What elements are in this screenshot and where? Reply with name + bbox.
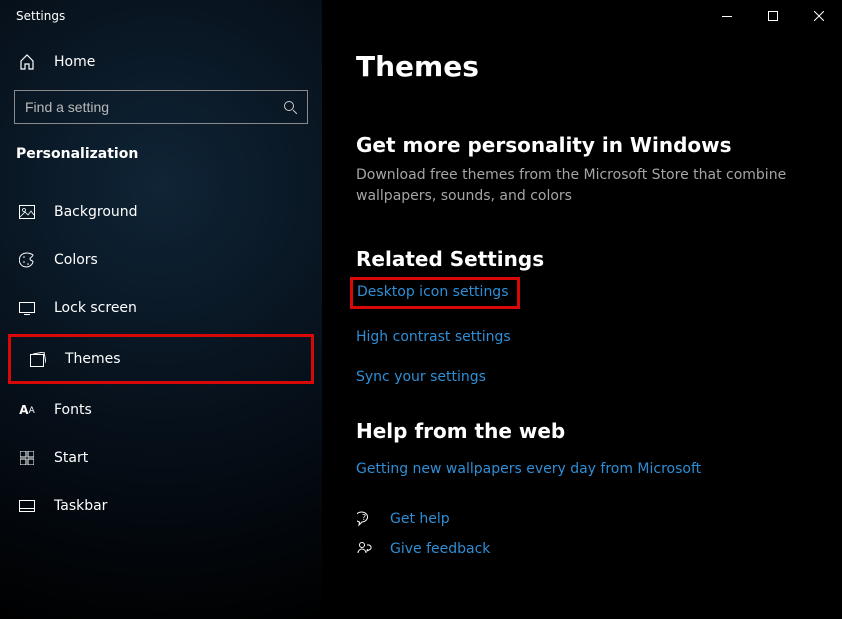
sidebar: Home Personalization Background Colors L… — [0, 0, 322, 619]
search-icon — [283, 100, 297, 114]
sidebar-item-label: Themes — [65, 351, 121, 367]
help-icon: ? — [356, 511, 374, 527]
annotation-highlight-themes: Themes — [8, 334, 314, 384]
section-description: Download free themes from the Microsoft … — [356, 165, 808, 207]
link-get-help[interactable]: ? Get help — [356, 511, 808, 527]
link-label: Get help — [390, 511, 450, 527]
sidebar-item-colors[interactable]: Colors — [0, 238, 322, 282]
search-box[interactable] — [14, 90, 308, 124]
fonts-icon: AA — [18, 403, 36, 417]
section-heading: Related Settings — [356, 247, 808, 271]
annotation-highlight-desktop-icon: Desktop icon settings — [356, 277, 808, 325]
window-controls — [704, 0, 842, 32]
page-title: Themes — [356, 50, 808, 83]
svg-text:?: ? — [362, 513, 366, 522]
link-desktop-icon-settings[interactable]: Desktop icon settings — [350, 277, 520, 309]
sidebar-item-label: Background — [54, 204, 138, 220]
lockscreen-icon — [18, 302, 36, 315]
image-icon — [18, 205, 36, 219]
search-input[interactable] — [25, 99, 283, 115]
section-more-personality: Get more personality in Windows Download… — [356, 133, 808, 207]
link-high-contrast-settings[interactable]: High contrast settings — [356, 325, 808, 349]
titlebar: Settings — [0, 0, 842, 32]
start-icon — [18, 451, 36, 465]
section-title: Personalization — [0, 146, 322, 162]
link-give-feedback[interactable]: Give feedback — [356, 541, 808, 557]
sidebar-item-fonts[interactable]: AA Fonts — [0, 388, 322, 432]
home-row[interactable]: Home — [0, 42, 322, 82]
feedback-icon — [356, 541, 374, 557]
link-wallpapers-microsoft[interactable]: Getting new wallpapers every day from Mi… — [356, 457, 808, 481]
content-area: Themes Get more personality in Windows D… — [322, 0, 842, 619]
sidebar-item-lockscreen[interactable]: Lock screen — [0, 286, 322, 330]
sidebar-item-themes[interactable]: Themes — [11, 337, 311, 381]
section-help-from-web: Help from the web Getting new wallpapers… — [356, 419, 808, 557]
search-wrap — [14, 90, 308, 124]
sidebar-item-background[interactable]: Background — [0, 190, 322, 234]
sidebar-item-label: Lock screen — [54, 300, 137, 316]
sidebar-item-start[interactable]: Start — [0, 436, 322, 480]
link-label: Give feedback — [390, 541, 490, 557]
themes-icon — [29, 352, 47, 367]
sidebar-item-label: Taskbar — [54, 498, 107, 514]
palette-icon — [18, 252, 36, 268]
section-related-settings: Related Settings Desktop icon settings H… — [356, 247, 808, 389]
home-label: Home — [54, 54, 95, 70]
close-button[interactable] — [796, 0, 842, 32]
section-heading: Get more personality in Windows — [356, 133, 808, 157]
maximize-button[interactable] — [750, 0, 796, 32]
sidebar-item-label: Colors — [54, 252, 98, 268]
sidebar-item-taskbar[interactable]: Taskbar — [0, 484, 322, 528]
sidebar-item-label: Start — [54, 450, 88, 466]
taskbar-icon — [18, 500, 36, 512]
window-title: Settings — [0, 9, 65, 23]
link-sync-your-settings[interactable]: Sync your settings — [356, 365, 808, 389]
home-icon — [18, 54, 36, 70]
minimize-button[interactable] — [704, 0, 750, 32]
section-heading: Help from the web — [356, 419, 808, 443]
sidebar-item-label: Fonts — [54, 402, 92, 418]
